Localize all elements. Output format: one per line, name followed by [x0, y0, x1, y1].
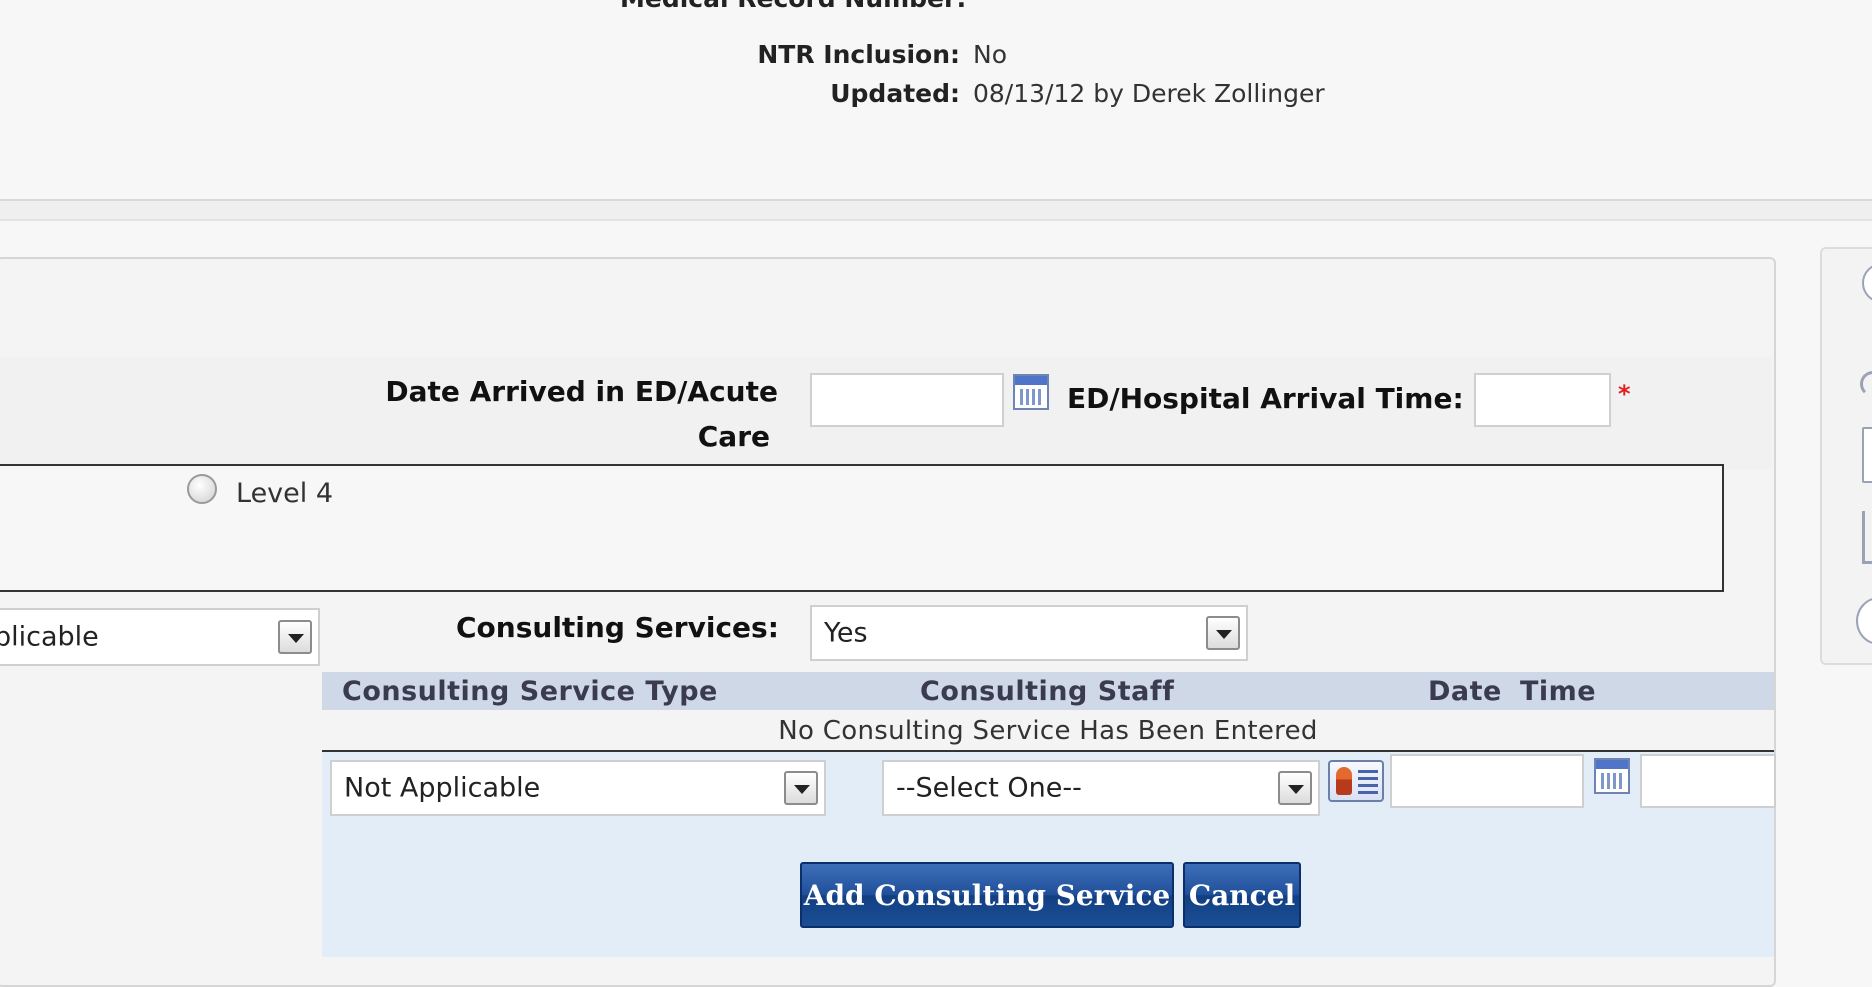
- service-type-select[interactable]: Not Applicable: [330, 760, 826, 816]
- updated-value: 08/13/12 by Derek Zollinger: [973, 79, 1325, 108]
- mrn-label: Medical Record Number:: [620, 0, 966, 13]
- col-time: Time: [1520, 676, 1597, 707]
- side-document-icon[interactable]: [1862, 427, 1872, 483]
- add-consulting-service-button[interactable]: Add Consulting Service: [800, 862, 1174, 928]
- empty-grid-message: No Consulting Service Has Been Entered: [322, 710, 1774, 752]
- arrival-time-label: ED/Hospital Arrival Time:: [1067, 382, 1464, 415]
- left-select-value: plicable: [0, 621, 99, 653]
- side-circle-icon[interactable]: [1862, 263, 1872, 303]
- list-lines-icon: [1358, 770, 1378, 794]
- header-divider-band: [0, 201, 1872, 219]
- cancel-button[interactable]: Cancel: [1183, 862, 1301, 928]
- consulting-staff-select[interactable]: --Select One--: [882, 760, 1320, 816]
- side-link-icon[interactable]: [1860, 371, 1872, 397]
- consult-time-input[interactable]: [1640, 754, 1776, 808]
- date-arrived-label-line2: Care: [697, 420, 770, 453]
- chevron-down-icon[interactable]: [278, 620, 312, 654]
- col-date: Date: [1428, 676, 1502, 707]
- date-arrived-input[interactable]: [810, 373, 1004, 427]
- chevron-down-icon[interactable]: [1206, 616, 1240, 650]
- level-4-label: Level 4: [236, 478, 334, 509]
- arrival-time-input[interactable]: [1474, 373, 1611, 427]
- person-icon: [1336, 767, 1352, 795]
- calendar-icon[interactable]: [1013, 374, 1049, 410]
- staff-lookup-icon[interactable]: [1328, 760, 1384, 802]
- required-marker: *: [1618, 380, 1631, 408]
- chevron-down-icon[interactable]: [784, 771, 818, 805]
- ntr-inclusion-label: NTR Inclusion:: [757, 40, 960, 69]
- col-consulting-staff: Consulting Staff: [920, 676, 1175, 707]
- consult-date-input[interactable]: [1390, 754, 1584, 808]
- side-help-icon[interactable]: [1856, 597, 1872, 645]
- side-print-icon[interactable]: [1862, 511, 1872, 564]
- consulting-services-select[interactable]: Yes: [810, 605, 1248, 661]
- calendar-icon[interactable]: [1594, 758, 1630, 794]
- consulting-grid-header: Consulting Service Type Consulting Staff…: [322, 672, 1774, 710]
- col-service-type: Consulting Service Type: [342, 676, 718, 707]
- date-arrived-label-line1: Date Arrived in ED/Acute: [385, 375, 778, 408]
- date-arrived-label: Date Arrived in ED/Acute: [360, 375, 778, 408]
- chevron-down-icon[interactable]: [1278, 771, 1312, 805]
- service-type-value: Not Applicable: [344, 772, 541, 804]
- consulting-services-value: Yes: [824, 617, 868, 649]
- updated-label: Updated:: [830, 79, 960, 108]
- consulting-staff-value: --Select One--: [896, 772, 1082, 804]
- consulting-services-label: Consulting Services:: [456, 611, 779, 644]
- level-4-radio[interactable]: [187, 474, 217, 504]
- header-divider-bottom: [0, 219, 1872, 221]
- left-select[interactable]: plicable: [0, 608, 320, 666]
- side-toolbar: [1820, 247, 1872, 665]
- ntr-inclusion-value: No: [973, 40, 1007, 69]
